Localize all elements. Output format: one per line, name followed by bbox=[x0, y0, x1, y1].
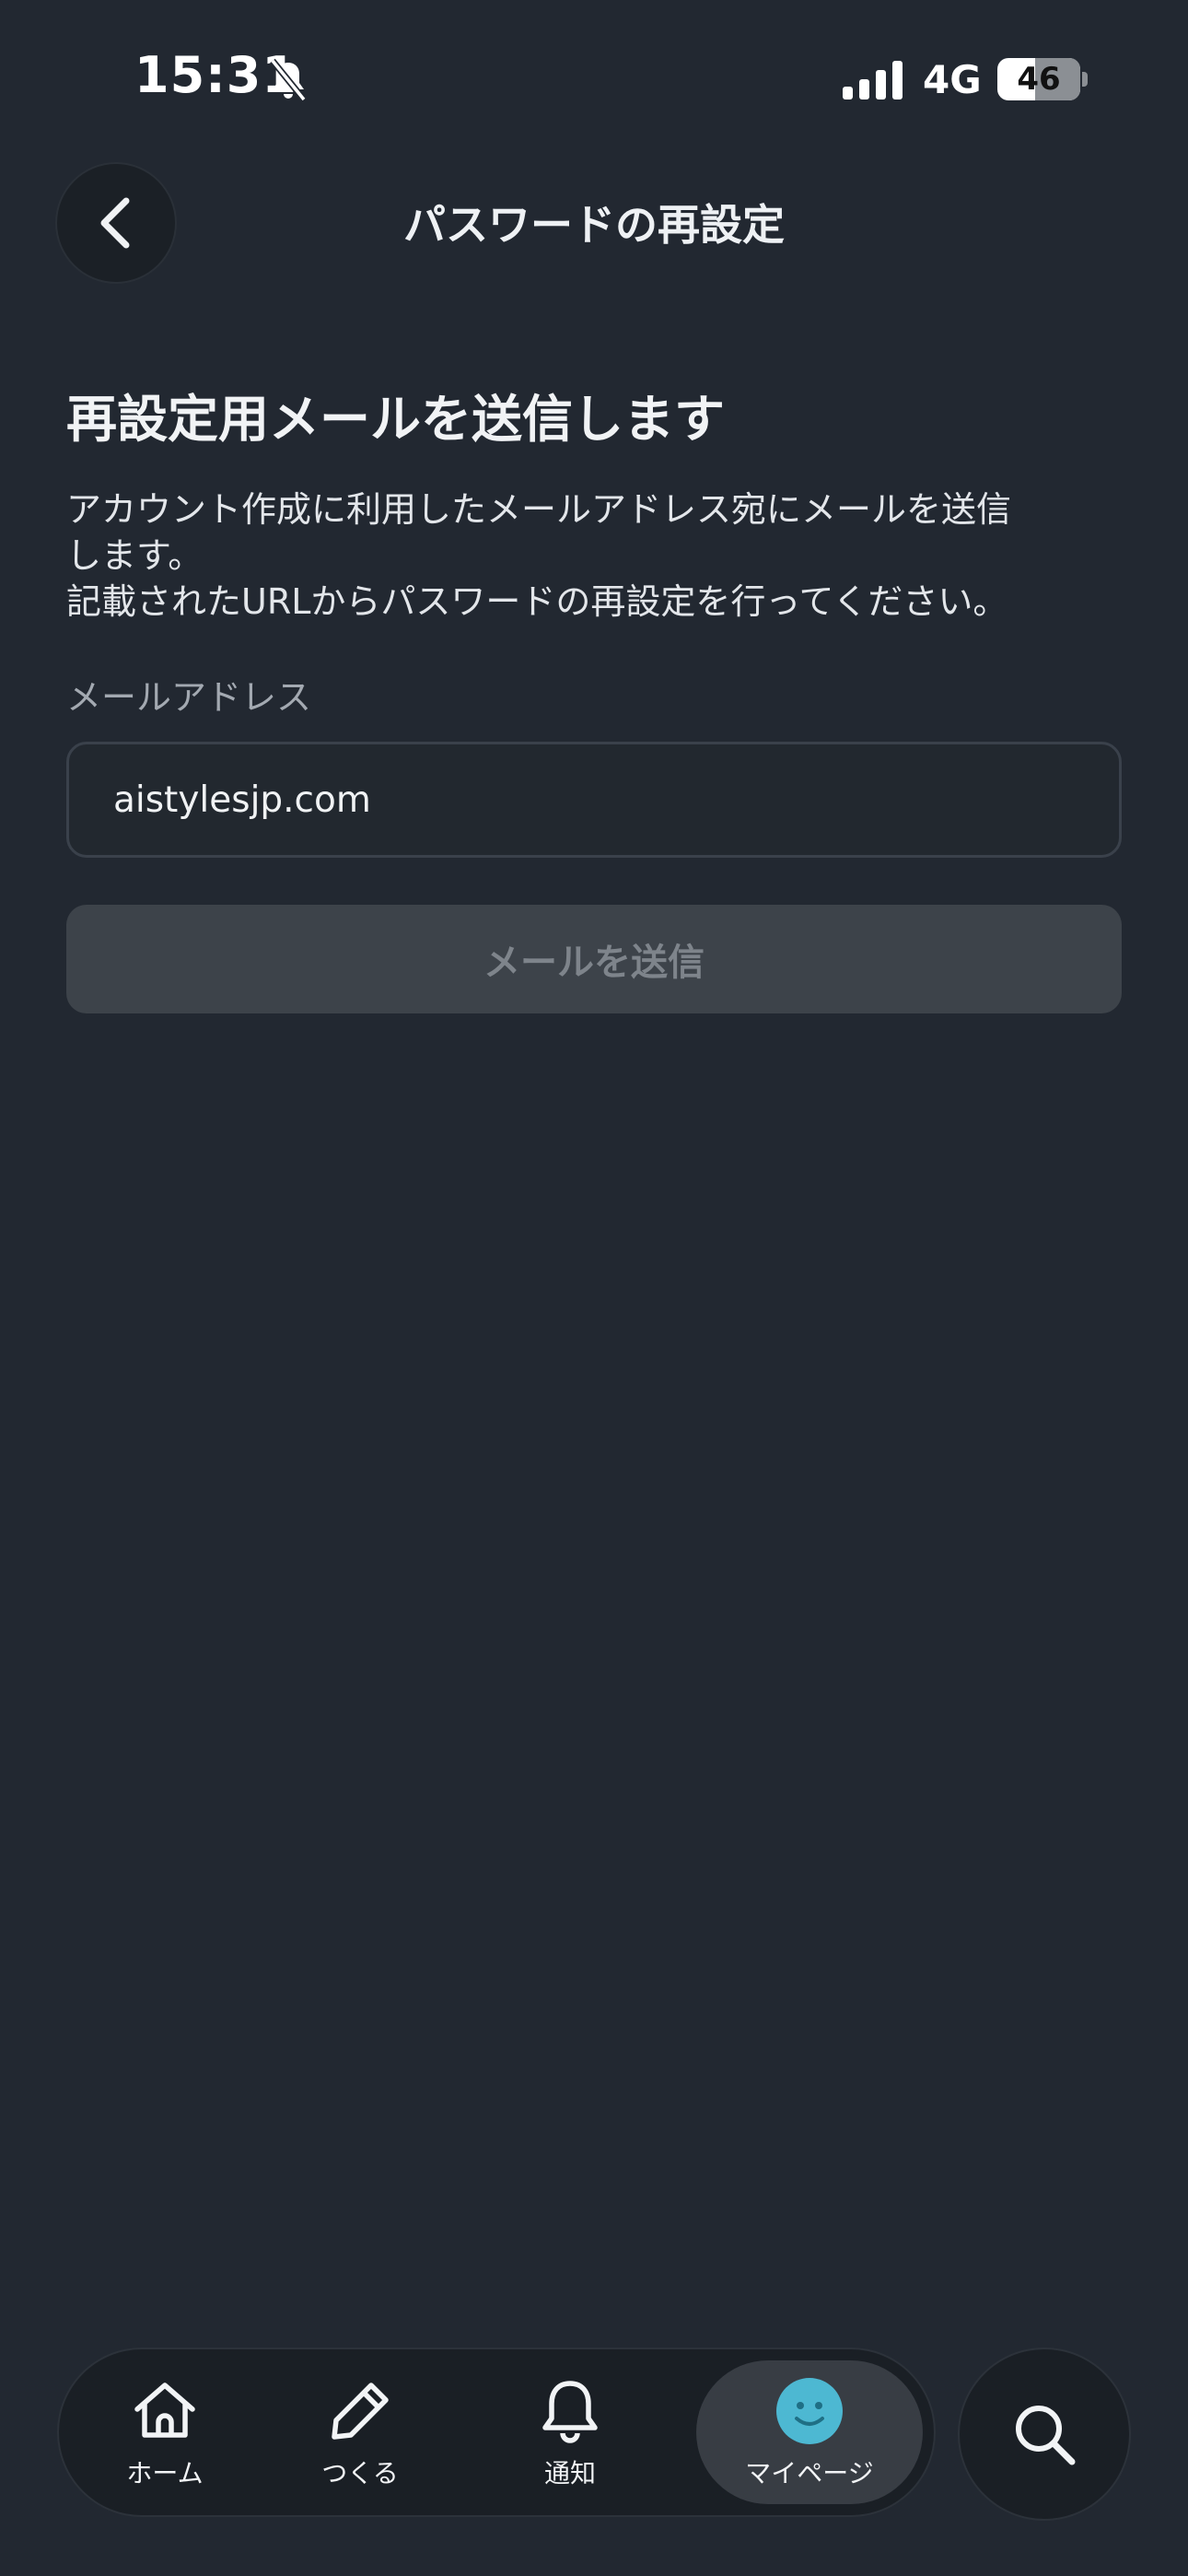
email-label: メールアドレス bbox=[66, 677, 312, 718]
section-heading: 再設定用メールを送信します bbox=[66, 390, 726, 449]
battery-cap bbox=[1082, 72, 1088, 87]
email-field[interactable] bbox=[66, 742, 1122, 858]
battery-indicator: 46 bbox=[997, 58, 1080, 100]
bell-icon bbox=[542, 2381, 598, 2443]
network-type: 4G bbox=[923, 57, 982, 102]
bottom-tab-bar: ホーム つくる 通知 マイページ bbox=[59, 2349, 934, 2515]
signal-icon bbox=[843, 61, 903, 100]
tab-label: 通知 bbox=[543, 2458, 596, 2488]
tab-label: ホーム bbox=[126, 2458, 204, 2488]
description: アカウント作成に利用したメールアドレス宛にメールを送信 します。 記載されたUR… bbox=[66, 486, 1135, 625]
tab-create[interactable]: つくる bbox=[273, 2360, 448, 2504]
tab-label: つくる bbox=[321, 2458, 399, 2488]
page-title: パスワードの再設定 bbox=[403, 200, 785, 250]
search-button[interactable] bbox=[960, 2349, 1129, 2519]
send-mail-button[interactable]: メールを送信 bbox=[66, 905, 1122, 1013]
tab-notifications[interactable]: 通知 bbox=[483, 2360, 658, 2504]
search-icon bbox=[1016, 2406, 1076, 2465]
tab-mypage[interactable]: マイページ bbox=[696, 2360, 923, 2504]
bell-slash-icon bbox=[270, 58, 307, 102]
home-icon bbox=[134, 2383, 195, 2438]
smiley-avatar-icon bbox=[776, 2378, 843, 2444]
status-bar: 15:31 4G 46 bbox=[0, 0, 1188, 157]
battery-level: 46 bbox=[1017, 61, 1061, 98]
pencil-icon bbox=[332, 2383, 389, 2440]
tab-label: マイページ bbox=[745, 2458, 874, 2488]
description-line: 記載されたURLからパスワードの再設定を行ってください。 bbox=[66, 581, 1008, 622]
tab-home[interactable]: ホーム bbox=[77, 2360, 252, 2504]
description-line: アカウント作成に利用したメールアドレス宛にメールを送信 bbox=[66, 489, 1012, 530]
description-line: します。 bbox=[66, 535, 204, 576]
